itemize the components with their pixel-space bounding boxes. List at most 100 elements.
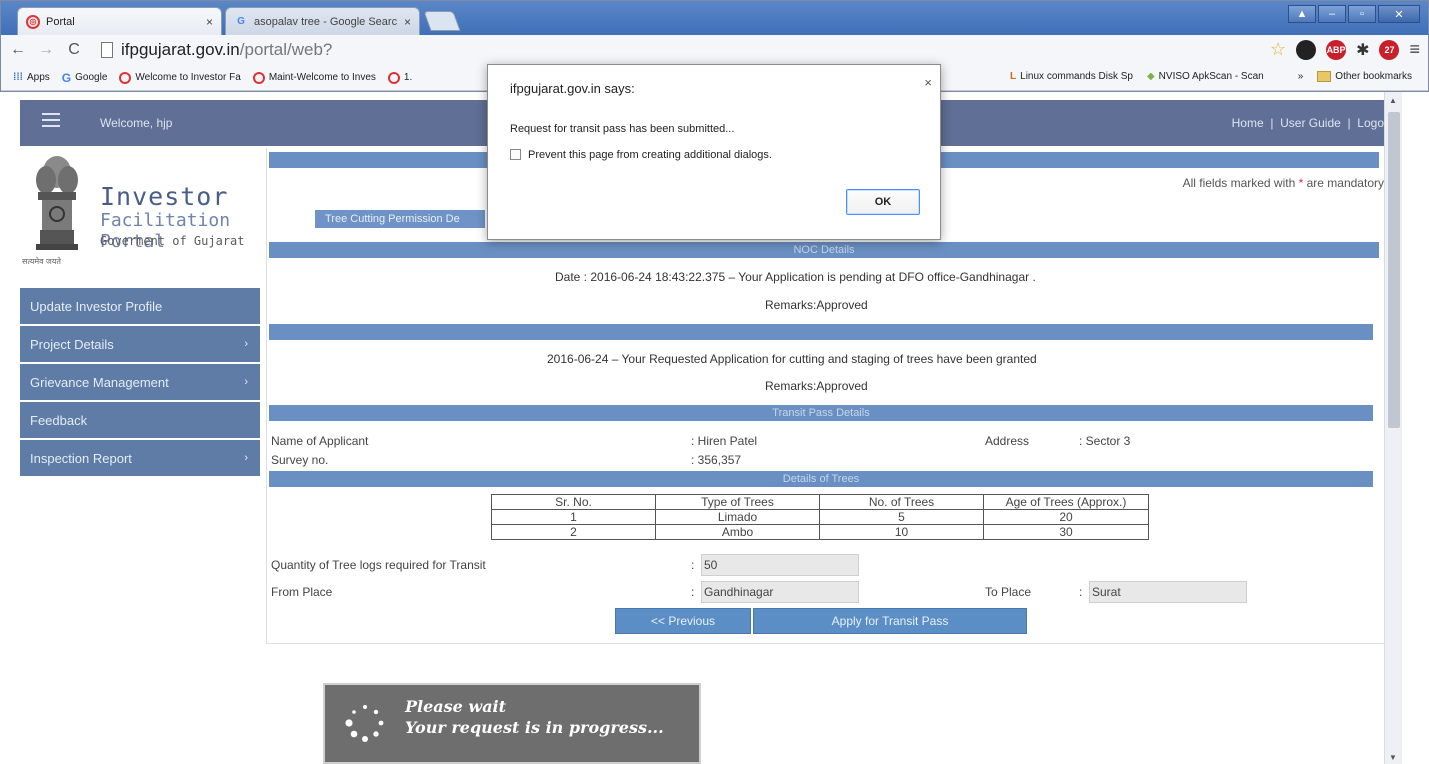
from-place-field[interactable]: Gandhinagar bbox=[701, 581, 859, 603]
new-tab-button[interactable] bbox=[423, 11, 461, 31]
folder-icon bbox=[1317, 71, 1332, 82]
to-place-label: To Place bbox=[985, 585, 1032, 599]
welcome-text: Welcome, hjp bbox=[100, 116, 173, 130]
applicant-name-value: : Hiren Patel bbox=[691, 434, 758, 448]
table-row: 1 Limado 5 20 bbox=[491, 509, 1149, 525]
please-wait-overlay: Please wait Your request is in progress.… bbox=[323, 683, 701, 764]
tab-tree-cutting[interactable]: Tree Cutting Permission De bbox=[315, 210, 485, 228]
maximize-button[interactable]: ▫ bbox=[1348, 5, 1376, 23]
android-icon: ◆ bbox=[1146, 71, 1155, 82]
noc-details-header: NOC Details bbox=[269, 242, 1379, 258]
sidebar-item-grievance[interactable]: Grievance Management › bbox=[20, 364, 260, 400]
dialog-message: Request for transit pass has been submit… bbox=[510, 123, 735, 135]
bookmark-1[interactable]: 1. bbox=[387, 71, 412, 84]
chevron-right-icon: › bbox=[244, 452, 248, 464]
hamburger-menu-icon[interactable] bbox=[42, 113, 60, 127]
table-cell: 1 bbox=[491, 509, 656, 525]
window-controls: ▲ – ▫ ✕ bbox=[1288, 5, 1420, 23]
sidebar-item-project-details[interactable]: Project Details › bbox=[20, 326, 260, 362]
table-cell: 20 bbox=[983, 509, 1149, 525]
logo-title: Investor bbox=[100, 182, 229, 211]
national-emblem-icon bbox=[36, 156, 78, 250]
bookmark-google[interactable]: G Google bbox=[62, 71, 108, 85]
portal-icon bbox=[387, 71, 400, 84]
browser-toolbar: ← → C ifpgujarat.gov.in/portal/web? ☆ AB… bbox=[1, 35, 1428, 65]
noc-status: Date : 2016-06-24 18:43:22.375 – Your Ap… bbox=[555, 270, 1036, 284]
table-cell: 30 bbox=[983, 524, 1149, 540]
grant-section-bar bbox=[269, 324, 1373, 340]
bookmark-linux[interactable]: L Linux commands Disk Sp bbox=[1010, 71, 1133, 82]
column-header: Type of Trees bbox=[655, 494, 820, 510]
home-link[interactable]: Home bbox=[1232, 116, 1264, 130]
tab-label: asopalav tree - Google Searc bbox=[254, 15, 398, 28]
reload-icon[interactable]: C bbox=[63, 41, 85, 59]
to-place-field[interactable]: Surat bbox=[1089, 581, 1247, 603]
puzzle-icon[interactable]: ✱ bbox=[1356, 40, 1369, 60]
tab-strip: ◎ Portal × G asopalav tree - Google Sear… bbox=[1, 1, 1428, 35]
extension-icons: ☆ ABP ✱ 27 ≡ bbox=[1270, 39, 1420, 60]
back-icon[interactable]: ← bbox=[7, 41, 29, 59]
forward-icon[interactable]: → bbox=[35, 41, 57, 59]
portal-icon bbox=[119, 71, 132, 84]
chevron-right-icon: › bbox=[244, 338, 248, 350]
grant-remarks: Remarks:Approved bbox=[765, 379, 868, 393]
prevent-dialogs-label[interactable]: Prevent this page from creating addition… bbox=[528, 149, 772, 161]
dialog-title: ifpgujarat.gov.in says: bbox=[510, 81, 635, 96]
from-place-label: From Place bbox=[271, 585, 333, 599]
page-scrollbar[interactable]: ▲ ▼ bbox=[1384, 92, 1402, 764]
applicant-name-label: Name of Applicant bbox=[271, 434, 369, 448]
apps-icon: ⁞⁞⁞ bbox=[13, 72, 23, 83]
tab-portal[interactable]: ◎ Portal × bbox=[17, 7, 222, 35]
header-links: Home | User Guide | Logout bbox=[1232, 116, 1394, 130]
page-icon bbox=[101, 42, 113, 58]
user-guide-link[interactable]: User Guide bbox=[1280, 116, 1341, 130]
address-value: : Sector 3 bbox=[1079, 434, 1131, 448]
table-cell: 2 bbox=[491, 524, 656, 540]
scroll-up-icon[interactable]: ▲ bbox=[1389, 96, 1397, 105]
portal-icon bbox=[252, 71, 265, 84]
noc-remarks: Remarks:Approved bbox=[765, 298, 868, 312]
bookmark-apps[interactable]: ⁞⁞⁞ Apps bbox=[13, 72, 50, 83]
table-header-row: Sr. No. Type of Trees No. of Trees Age o… bbox=[491, 494, 1149, 510]
transit-pass-header: Transit Pass Details bbox=[269, 405, 1373, 421]
tab-label: Portal bbox=[46, 15, 75, 28]
close-window-button[interactable]: ✕ bbox=[1378, 5, 1420, 23]
logo-government: Goverment of Gujarat bbox=[100, 234, 245, 248]
column-header: No. of Trees bbox=[819, 494, 984, 510]
bookmark-maint[interactable]: Maint-Welcome to Inves bbox=[252, 71, 376, 84]
sidebar-item-inspection[interactable]: Inspection Report › bbox=[20, 440, 260, 476]
minimize-button[interactable]: – bbox=[1318, 5, 1346, 23]
apply-transit-pass-button[interactable]: Apply for Transit Pass bbox=[753, 608, 1027, 634]
extension-dark-icon[interactable] bbox=[1296, 39, 1317, 60]
extension-badge-icon[interactable]: 27 bbox=[1379, 39, 1400, 60]
star-icon[interactable]: ☆ bbox=[1270, 39, 1286, 60]
previous-button[interactable]: << Previous bbox=[615, 608, 751, 634]
tab-google-search[interactable]: G asopalav tree - Google Searc × bbox=[225, 7, 420, 35]
menu-icon[interactable]: ≡ bbox=[1409, 39, 1420, 60]
address-bar[interactable]: ifpgujarat.gov.in/portal/web? bbox=[101, 37, 1221, 63]
ok-button[interactable]: OK bbox=[846, 189, 920, 215]
prevent-dialogs-checkbox[interactable] bbox=[510, 149, 521, 160]
scrollbar-thumb[interactable] bbox=[1388, 112, 1400, 428]
scroll-down-icon[interactable]: ▼ bbox=[1389, 753, 1397, 762]
quantity-field[interactable]: 50 bbox=[701, 554, 859, 576]
tab-close-icon[interactable]: × bbox=[404, 15, 411, 29]
tab-close-icon[interactable]: × bbox=[206, 15, 213, 29]
bookmark-nviso[interactable]: ◆ NVISO ApkScan - Scan bbox=[1147, 71, 1264, 82]
sidebar-item-update-profile[interactable]: Update Investor Profile bbox=[20, 288, 260, 324]
colon: : bbox=[1079, 585, 1083, 599]
close-icon[interactable]: × bbox=[924, 75, 932, 90]
table-row: 2 Ambo 10 30 bbox=[491, 524, 1149, 540]
adblock-icon[interactable]: ABP bbox=[1326, 39, 1347, 60]
colon: : bbox=[691, 558, 695, 572]
table-cell: Limado bbox=[655, 509, 820, 525]
portal-favicon-icon: ◎ bbox=[26, 14, 40, 29]
sidebar-item-feedback[interactable]: Feedback bbox=[20, 402, 260, 438]
separator: | bbox=[1347, 116, 1351, 130]
quantity-label: Quantity of Tree logs required for Trans… bbox=[271, 558, 486, 572]
other-bookmarks[interactable]: Other bookmarks bbox=[1317, 71, 1412, 82]
colon: : bbox=[691, 585, 695, 599]
user-icon[interactable]: ▲ bbox=[1288, 5, 1316, 23]
bookmark-investor[interactable]: Welcome to Investor Fa bbox=[119, 71, 241, 84]
more-bookmarks-icon[interactable]: » bbox=[1298, 71, 1304, 82]
